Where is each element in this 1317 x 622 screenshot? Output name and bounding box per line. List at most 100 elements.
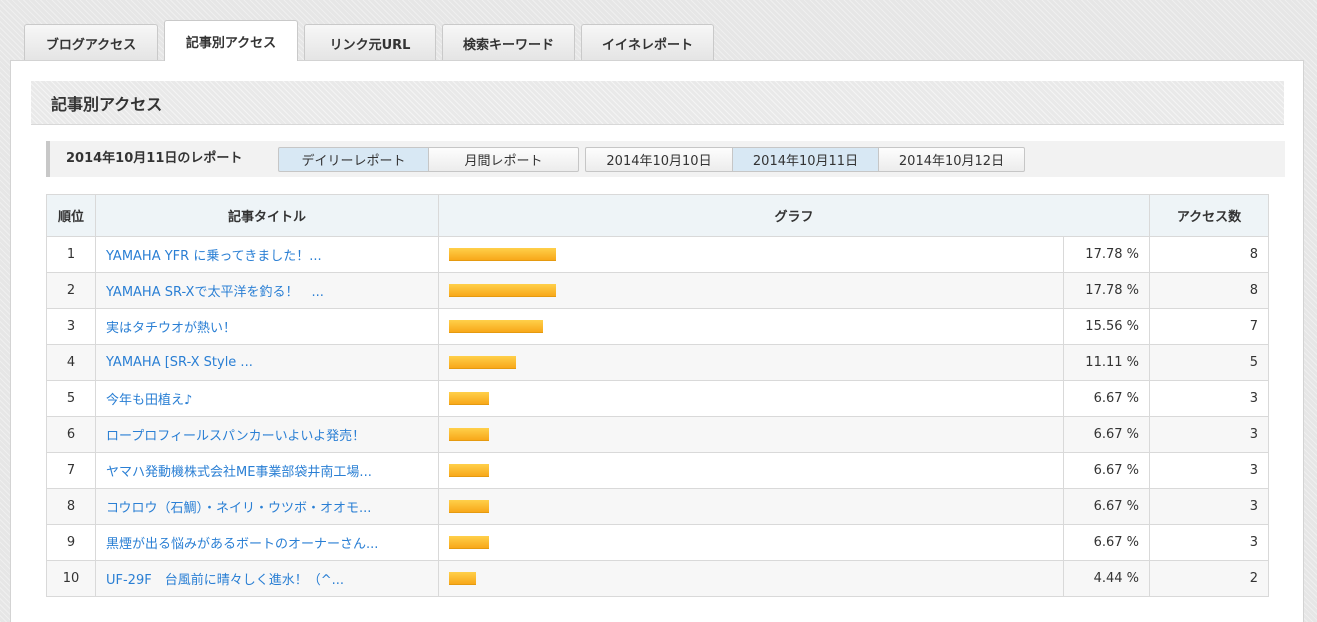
article-title-link[interactable]: UF-29F 台風前に晴々しく進水！（^... bbox=[106, 573, 344, 588]
access-share-bar bbox=[449, 464, 489, 477]
date-current-button[interactable]: 2014年10月11日 bbox=[732, 147, 879, 172]
percent-cell: 17.78 % bbox=[1063, 236, 1150, 273]
count-cell: 3 bbox=[1149, 380, 1269, 417]
count-cell: 2 bbox=[1149, 560, 1269, 597]
title-cell: ロープロフィールスパンカーいよいよ発売！ bbox=[95, 416, 439, 453]
title-cell: コウロウ（石鯛）・ネイリ・ウツボ・オオモ... bbox=[95, 488, 439, 525]
monthly-report-button[interactable]: 月間レポート bbox=[428, 147, 579, 172]
access-share-bar bbox=[449, 284, 556, 297]
percent-cell: 4.44 % bbox=[1063, 560, 1150, 597]
graph-cell bbox=[438, 524, 1064, 561]
rank-cell: 2 bbox=[46, 272, 96, 309]
percent-cell: 15.56 % bbox=[1063, 308, 1150, 345]
graph-cell bbox=[438, 488, 1064, 525]
tab-like-report[interactable]: イイネレポート bbox=[581, 24, 714, 61]
graph-cell bbox=[438, 236, 1064, 273]
table-row: 4 YAMAHA [SR-X Style ... 11.11 % 5 bbox=[46, 344, 1269, 381]
rank-cell: 6 bbox=[46, 416, 96, 453]
article-access-table: 順位 記事タイトル グラフ アクセス数 1 YAMAHA YFR に乗ってきました… bbox=[46, 194, 1269, 597]
access-share-bar bbox=[449, 536, 489, 549]
table-header-row: 順位 記事タイトル グラフ アクセス数 bbox=[46, 194, 1269, 237]
count-cell: 3 bbox=[1149, 488, 1269, 525]
percent-cell: 6.67 % bbox=[1063, 488, 1150, 525]
percent-cell: 6.67 % bbox=[1063, 416, 1150, 453]
table-row: 9 黒煙が出る悩みがあるボートのオーナーさん... 6.67 % 3 bbox=[46, 524, 1269, 561]
title-cell: YAMAHA SR-Xで太平洋を釣る！ ... bbox=[95, 272, 439, 309]
content-panel: 記事別アクセス 2014年10月11日のレポート デイリーレポート 月間レポート… bbox=[10, 60, 1304, 622]
article-title-link[interactable]: YAMAHA SR-Xで太平洋を釣る！ ... bbox=[106, 285, 324, 300]
access-share-bar bbox=[449, 392, 489, 405]
count-cell: 3 bbox=[1149, 524, 1269, 561]
table-row: 5 今年も田植え♪ 6.67 % 3 bbox=[46, 380, 1269, 417]
table-row: 7 ヤマハ発動機株式会社ME事業部袋井南工場... 6.67 % 3 bbox=[46, 452, 1269, 489]
article-title-link[interactable]: コウロウ（石鯛）・ネイリ・ウツボ・オオモ... bbox=[106, 501, 371, 516]
rank-cell: 9 bbox=[46, 524, 96, 561]
title-cell: YAMAHA YFR に乗ってきました！... bbox=[95, 236, 439, 273]
table-row: 3 実はタチウオが熱い！ 15.56 % 7 bbox=[46, 308, 1269, 345]
count-cell: 8 bbox=[1149, 236, 1269, 273]
report-toolbar: 2014年10月11日のレポート デイリーレポート 月間レポート 2014年10… bbox=[46, 141, 1285, 177]
graph-cell bbox=[438, 344, 1064, 381]
percent-cell: 11.11 % bbox=[1063, 344, 1150, 381]
tab-article-access[interactable]: 記事別アクセス bbox=[164, 20, 298, 61]
count-header: アクセス数 bbox=[1149, 194, 1269, 237]
graph-header: グラフ bbox=[438, 194, 1150, 237]
graph-cell bbox=[438, 308, 1064, 345]
access-share-bar bbox=[449, 356, 516, 369]
graph-cell bbox=[438, 416, 1064, 453]
date-next-button[interactable]: 2014年10月12日 bbox=[878, 147, 1025, 172]
count-cell: 7 bbox=[1149, 308, 1269, 345]
tab-search-keywords[interactable]: 検索キーワード bbox=[442, 24, 575, 61]
daily-report-button[interactable]: デイリーレポート bbox=[278, 147, 429, 172]
period-toggle: デイリーレポート 月間レポート bbox=[278, 147, 579, 172]
access-share-bar bbox=[449, 320, 543, 333]
title-cell: 実はタチウオが熱い！ bbox=[95, 308, 439, 345]
percent-cell: 6.67 % bbox=[1063, 380, 1150, 417]
rank-cell: 3 bbox=[46, 308, 96, 345]
title-cell: YAMAHA [SR-X Style ... bbox=[95, 344, 439, 381]
count-cell: 3 bbox=[1149, 452, 1269, 489]
article-title-link[interactable]: 今年も田植え♪ bbox=[106, 393, 192, 408]
tab-referrer-url[interactable]: リンク元URL bbox=[304, 24, 436, 61]
title-cell: UF-29F 台風前に晴々しく進水！（^... bbox=[95, 560, 439, 597]
rank-cell: 8 bbox=[46, 488, 96, 525]
report-date-label: 2014年10月11日のレポート bbox=[66, 151, 243, 166]
article-title-link[interactable]: 実はタチウオが熱い！ bbox=[106, 321, 236, 336]
percent-cell: 6.67 % bbox=[1063, 524, 1150, 561]
graph-cell bbox=[438, 452, 1064, 489]
article-title-link[interactable]: YAMAHA YFR に乗ってきました！... bbox=[106, 249, 322, 264]
percent-cell: 6.67 % bbox=[1063, 452, 1150, 489]
article-title-link[interactable]: ロープロフィールスパンカーいよいよ発売！ bbox=[106, 429, 365, 444]
section-title: 記事別アクセス bbox=[31, 81, 1284, 125]
graph-cell bbox=[438, 272, 1064, 309]
graph-cell bbox=[438, 560, 1064, 597]
access-share-bar bbox=[449, 248, 556, 261]
title-cell: 黒煙が出る悩みがあるボートのオーナーさん... bbox=[95, 524, 439, 561]
rank-header: 順位 bbox=[46, 194, 96, 237]
article-title-link[interactable]: 黒煙が出る悩みがあるボートのオーナーさん... bbox=[106, 537, 378, 552]
access-share-bar bbox=[449, 428, 489, 441]
article-title-link[interactable]: YAMAHA [SR-X Style ... bbox=[106, 355, 253, 370]
date-selector: 2014年10月10日 2014年10月11日 2014年10月12日 bbox=[585, 147, 1025, 172]
table-row: 10 UF-29F 台風前に晴々しく進水！（^... 4.44 % 2 bbox=[46, 560, 1269, 597]
date-prev-button[interactable]: 2014年10月10日 bbox=[585, 147, 733, 172]
table-row: 1 YAMAHA YFR に乗ってきました！... 17.78 % 8 bbox=[46, 236, 1269, 273]
rank-cell: 4 bbox=[46, 344, 96, 381]
rank-cell: 5 bbox=[46, 380, 96, 417]
table-row: 8 コウロウ（石鯛）・ネイリ・ウツボ・オオモ... 6.67 % 3 bbox=[46, 488, 1269, 525]
tab-blog-access[interactable]: ブログアクセス bbox=[24, 24, 158, 61]
table-row: 6 ロープロフィールスパンカーいよいよ発売！ 6.67 % 3 bbox=[46, 416, 1269, 453]
title-cell: 今年も田植え♪ bbox=[95, 380, 439, 417]
count-cell: 5 bbox=[1149, 344, 1269, 381]
rank-cell: 10 bbox=[46, 560, 96, 597]
count-cell: 8 bbox=[1149, 272, 1269, 309]
article-title-link[interactable]: ヤマハ発動機株式会社ME事業部袋井南工場... bbox=[106, 465, 372, 480]
access-share-bar bbox=[449, 572, 476, 585]
title-header: 記事タイトル bbox=[95, 194, 439, 237]
title-cell: ヤマハ発動機株式会社ME事業部袋井南工場... bbox=[95, 452, 439, 489]
percent-cell: 17.78 % bbox=[1063, 272, 1150, 309]
table-row: 2 YAMAHA SR-Xで太平洋を釣る！ ... 17.78 % 8 bbox=[46, 272, 1269, 309]
count-cell: 3 bbox=[1149, 416, 1269, 453]
graph-cell bbox=[438, 380, 1064, 417]
rank-cell: 1 bbox=[46, 236, 96, 273]
